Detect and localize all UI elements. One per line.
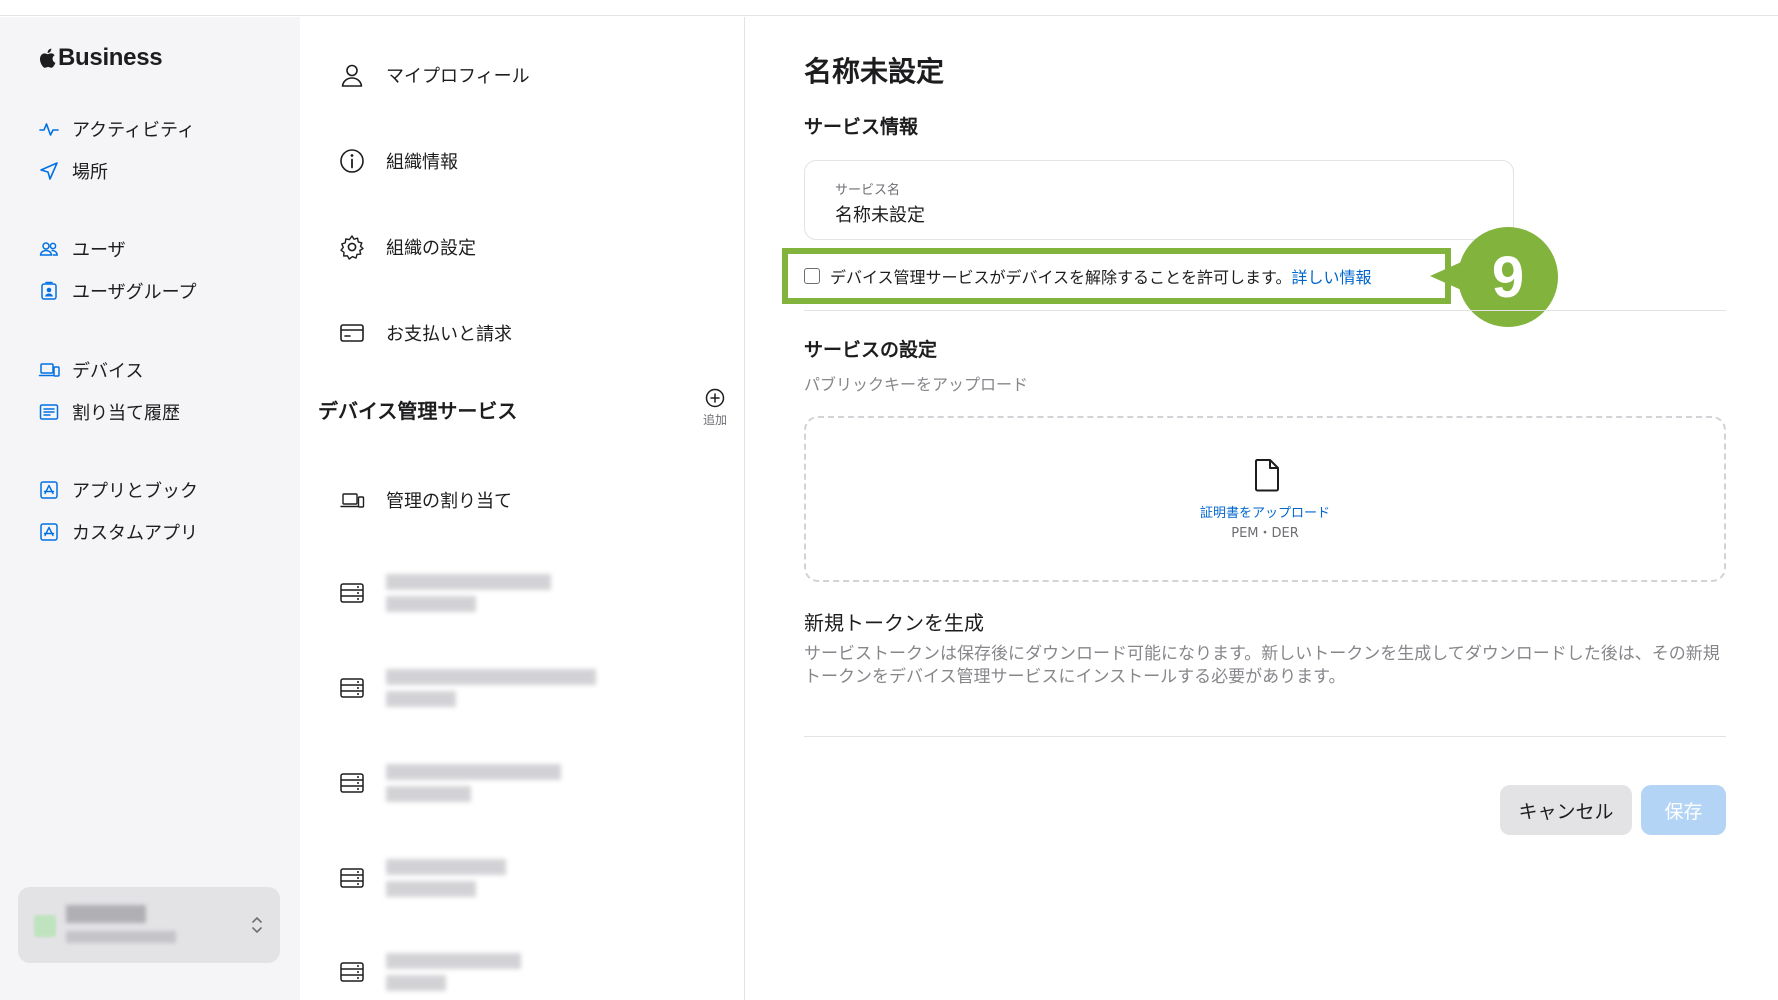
- allow-release-checkbox[interactable]: [804, 268, 820, 284]
- sidebar-item-label: ユーザグループ: [72, 282, 197, 303]
- sidebar-item-users[interactable]: ユーザ: [38, 235, 126, 263]
- cancel-button[interactable]: キャンセル: [1500, 785, 1632, 835]
- account-switcher[interactable]: [18, 887, 280, 963]
- allow-release-option: デバイス管理サービスがデバイスを解除することを許可します。 詳しい情報: [804, 264, 1371, 288]
- account-name-redacted: [66, 905, 146, 923]
- service-list-item[interactable]: [338, 947, 521, 997]
- sidebar-item-devices[interactable]: デバイス: [38, 356, 143, 384]
- chevron-up-down-icon: [252, 917, 262, 933]
- learn-more-link[interactable]: 詳しい情報: [1291, 264, 1371, 288]
- top-bar: [0, 0, 1778, 16]
- redacted-service-name: [386, 669, 596, 707]
- account-detail-redacted: [66, 931, 176, 943]
- redacted-service-name: [386, 953, 521, 991]
- add-label: 追加: [702, 413, 727, 427]
- annotation-callout-number: 9: [1458, 227, 1558, 327]
- menu-item-label: 組織情報: [386, 152, 458, 173]
- token-description: サービストークンは保存後にダウンロード可能になります。新しいトークンを生成してダ…: [804, 644, 1720, 687]
- sidebar-item-activity[interactable]: アクティビティ: [38, 115, 195, 143]
- menu-item-management-assignment[interactable]: 管理の割り当て: [338, 482, 512, 518]
- sidebar-item-label: アクティビティ: [72, 120, 195, 141]
- service-name-label: サービス名: [835, 183, 901, 198]
- service-name-field[interactable]: サービス名 名称未設定: [804, 160, 1514, 240]
- devices-icon: [340, 493, 365, 508]
- redacted-service-name: [386, 859, 506, 897]
- service-list-item[interactable]: [338, 853, 506, 903]
- avatar: [34, 915, 56, 937]
- redacted-service-name: [386, 764, 561, 802]
- upload-hint: パブリックキーをアップロード: [804, 375, 1029, 394]
- brand-name: Business: [58, 44, 163, 71]
- menu-item-my-profile[interactable]: マイプロフィール: [338, 57, 530, 93]
- device-management-services-heading: デバイス管理サービス: [318, 399, 518, 423]
- server-icon: [340, 678, 364, 698]
- menu-item-label: マイプロフィール: [386, 66, 530, 87]
- service-list-item[interactable]: [338, 663, 596, 713]
- sidebar-item-custom-apps[interactable]: カスタムアプリ: [38, 518, 198, 546]
- sidebar: Business アクティビティ 場所 ユーザ ユーザグループ デバイス 割り当…: [0, 17, 300, 1000]
- app-store-icon: [40, 481, 58, 499]
- sidebar-item-label: 割り当て履歴: [72, 403, 180, 424]
- menu-item-org-settings[interactable]: 組織の設定: [338, 229, 476, 265]
- server-icon: [340, 583, 364, 603]
- service-list-item[interactable]: [338, 758, 561, 808]
- brand-logo[interactable]: Business: [38, 43, 163, 73]
- divider: [804, 736, 1726, 737]
- assignment-history-icon: [39, 404, 59, 420]
- document-icon: [1255, 459, 1279, 492]
- service-name-value: 名称未設定: [835, 205, 925, 226]
- menu-item-label: 組織の設定: [386, 238, 476, 259]
- profile-icon: [341, 64, 363, 87]
- activity-icon: [39, 123, 59, 136]
- allow-release-label: デバイス管理サービスがデバイスを解除することを許可します。: [830, 268, 1292, 287]
- upload-certificate-link[interactable]: 証明書をアップロード: [806, 502, 1724, 521]
- custom-app-icon: [40, 523, 58, 541]
- add-service-button[interactable]: 追加: [698, 387, 732, 435]
- sidebar-item-user-groups[interactable]: ユーザグループ: [38, 277, 197, 305]
- redacted-service-name: [386, 574, 551, 612]
- location-arrow-icon: [40, 162, 58, 180]
- service-settings-heading: サービスの設定: [804, 339, 938, 361]
- service-detail-panel: 名称未設定 サービス情報 サービス名 名称未設定 デバイス管理サービスがデバイス…: [746, 17, 1778, 1000]
- users-icon: [39, 242, 59, 256]
- sidebar-item-locations[interactable]: 場所: [38, 157, 108, 185]
- sidebar-item-label: ユーザ: [72, 240, 126, 261]
- sidebar-item-label: カスタムアプリ: [72, 523, 198, 544]
- service-info-heading: サービス情報: [804, 116, 919, 138]
- menu-item-label: お支払いと請求: [386, 324, 512, 345]
- sidebar-item-label: デバイス: [72, 361, 144, 382]
- sidebar-item-label: 場所: [72, 162, 108, 183]
- divider: [804, 310, 1726, 311]
- sidebar-item-apps-and-books[interactable]: アプリとブック: [38, 476, 198, 504]
- settings-menu: マイプロフィール 組織情報 組織の設定 お支払いと請求 デバイス管理サービス 追…: [300, 17, 745, 1000]
- server-icon: [340, 773, 364, 793]
- server-icon: [340, 868, 364, 888]
- user-group-icon: [41, 281, 57, 300]
- info-icon: [340, 149, 364, 173]
- menu-item-org-info[interactable]: 組織情報: [338, 143, 458, 179]
- page-title: 名称未設定: [804, 55, 945, 88]
- service-list-item[interactable]: [338, 568, 551, 618]
- menu-item-payments-billing[interactable]: お支払いと請求: [338, 315, 512, 351]
- accepted-formats: PEM・DER: [1231, 526, 1299, 541]
- new-token-heading: 新規トークンを生成: [804, 611, 984, 635]
- certificate-upload-dropzone[interactable]: 証明書をアップロード PEM・DER: [804, 416, 1726, 582]
- menu-item-label: 管理の割り当て: [386, 491, 512, 512]
- apple-icon: [40, 48, 56, 68]
- credit-card-icon: [340, 324, 364, 342]
- sidebar-item-assignment-history[interactable]: 割り当て履歴: [38, 398, 180, 426]
- devices-icon: [38, 363, 60, 377]
- gear-icon: [340, 235, 364, 260]
- save-button[interactable]: 保存: [1641, 785, 1726, 835]
- plus-circle-icon: [705, 388, 725, 408]
- server-icon: [340, 962, 364, 982]
- sidebar-item-label: アプリとブック: [72, 481, 198, 502]
